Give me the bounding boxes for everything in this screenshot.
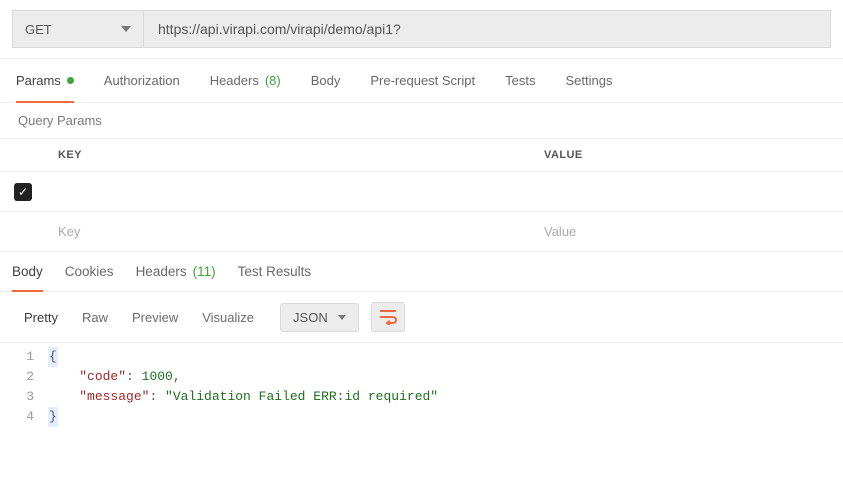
tab-label: Pre-request Script	[370, 73, 475, 88]
tab-label: Body	[311, 73, 341, 88]
column-header-check	[0, 139, 46, 172]
format-value: JSON	[293, 310, 328, 325]
tab-label: Cookies	[65, 264, 114, 279]
params-table: KEY VALUE ✓	[0, 139, 843, 252]
response-tab-test-results[interactable]: Test Results	[238, 252, 312, 291]
code-brace: }	[48, 407, 58, 427]
json-string: "Validation Failed ERR:id required"	[165, 389, 438, 404]
chevron-down-icon	[121, 26, 131, 32]
response-tab-body[interactable]: Body	[12, 252, 43, 291]
chevron-down-icon	[338, 315, 346, 320]
json-punc: ,	[173, 369, 181, 384]
response-tabs: Body Cookies Headers (11) Test Results	[0, 252, 843, 292]
tab-params[interactable]: Params	[16, 59, 74, 102]
tab-authorization[interactable]: Authorization	[104, 59, 180, 102]
section-label-query: Query Params	[0, 103, 843, 139]
key-input[interactable]	[46, 212, 532, 251]
tab-label: Settings	[565, 73, 612, 88]
wrap-icon	[379, 309, 397, 325]
json-key: "message"	[79, 389, 149, 404]
url-input[interactable]	[144, 10, 831, 48]
response-body[interactable]: 1 { 2 "code": 1000, 3 "message": "Valida…	[0, 342, 843, 447]
value-input[interactable]	[532, 172, 843, 211]
wrap-lines-button[interactable]	[371, 302, 405, 332]
response-toolbar: Pretty Raw Preview Visualize JSON	[0, 292, 843, 342]
view-raw[interactable]: Raw	[82, 310, 108, 325]
tab-label: Params	[16, 73, 61, 88]
code-line: 2 "code": 1000,	[0, 367, 843, 387]
method-value: GET	[25, 22, 52, 37]
tab-label: Headers	[136, 264, 187, 279]
view-preview[interactable]: Preview	[132, 310, 178, 325]
json-punc: :	[149, 389, 165, 404]
tab-label: Body	[12, 264, 43, 279]
code-line: 1 {	[0, 347, 843, 367]
tab-settings[interactable]: Settings	[565, 59, 612, 102]
line-number: 4	[0, 407, 48, 427]
table-row: ✓	[0, 172, 843, 212]
json-number: 1000	[142, 369, 173, 384]
tab-headers[interactable]: Headers (8)	[210, 59, 281, 102]
json-key: "code"	[79, 369, 126, 384]
tab-label: Authorization	[104, 73, 180, 88]
tab-label: Headers	[210, 73, 259, 88]
json-punc: :	[126, 369, 142, 384]
value-input[interactable]	[532, 212, 843, 251]
line-number: 2	[0, 367, 48, 387]
key-input[interactable]	[46, 172, 532, 211]
status-dot-icon	[67, 77, 74, 84]
code-line: 4 }	[0, 407, 843, 427]
response-tab-cookies[interactable]: Cookies	[65, 252, 114, 291]
view-mode-group: Pretty Raw Preview Visualize	[16, 310, 270, 325]
tab-prerequest[interactable]: Pre-request Script	[370, 59, 475, 102]
tab-tests[interactable]: Tests	[505, 59, 535, 102]
format-select[interactable]: JSON	[280, 303, 359, 332]
checkbox-checked[interactable]: ✓	[14, 183, 32, 201]
column-header-value: VALUE	[532, 139, 843, 172]
line-number: 3	[0, 387, 48, 407]
method-select[interactable]: GET	[12, 10, 144, 48]
request-tabs: Params Authorization Headers (8) Body Pr…	[0, 59, 843, 103]
column-header-key: KEY	[46, 139, 532, 172]
tab-body[interactable]: Body	[311, 59, 341, 102]
view-visualize[interactable]: Visualize	[202, 310, 254, 325]
table-row-new	[0, 212, 843, 252]
request-bar: GET	[0, 0, 843, 59]
count-badge: (8)	[265, 73, 281, 88]
code-brace: {	[48, 347, 58, 367]
code-line: 3 "message": "Validation Failed ERR:id r…	[0, 387, 843, 407]
line-number: 1	[0, 347, 48, 367]
response-tab-headers[interactable]: Headers (11)	[136, 252, 216, 291]
view-pretty[interactable]: Pretty	[24, 310, 58, 325]
tab-label: Test Results	[238, 264, 312, 279]
tab-label: Tests	[505, 73, 535, 88]
count-badge: (11)	[193, 264, 216, 279]
